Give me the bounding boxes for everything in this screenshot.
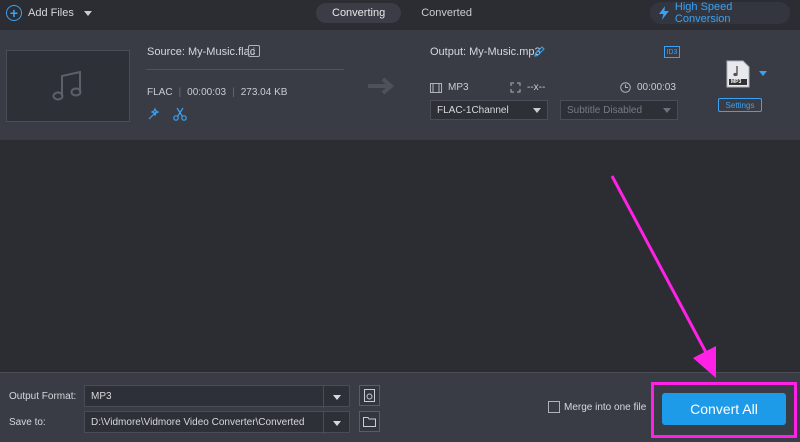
tab-converting[interactable]: Converting <box>316 3 402 23</box>
clock-icon <box>620 82 631 93</box>
top-toolbar: + Add Files Converting Converted High Sp… <box>0 0 800 26</box>
format-settings-button[interactable] <box>359 385 380 406</box>
tab-converted[interactable]: Converted <box>405 3 488 23</box>
chevron-down-icon <box>533 108 541 113</box>
save-to-value: D:\Vidmore\Vidmore Video Converter\Conve… <box>91 416 305 428</box>
save-to-path[interactable]: D:\Vidmore\Vidmore Video Converter\Conve… <box>84 411 350 434</box>
open-folder-button[interactable] <box>359 411 380 432</box>
output-format: MP3 <box>448 82 469 93</box>
output-format-select[interactable]: MP3 <box>84 385 350 408</box>
scissors-icon[interactable] <box>172 106 188 122</box>
save-to-dropdown[interactable] <box>323 412 349 434</box>
meta-separator: | <box>232 87 235 98</box>
id3-icon[interactable]: ID3 <box>664 46 680 58</box>
subtitle-value: Subtitle Disabled <box>567 104 643 116</box>
resize-icon <box>510 82 521 93</box>
source-filename: Source: My-Music.flac <box>147 46 256 58</box>
output-resolution-info: --x-- <box>510 82 545 93</box>
file-thumbnail <box>6 50 130 122</box>
chevron-down-icon <box>663 108 671 113</box>
subtitle-select[interactable]: Subtitle Disabled <box>560 100 678 120</box>
source-format: FLAC <box>147 87 173 98</box>
lightning-icon <box>658 6 669 20</box>
info-icon[interactable]: i <box>248 45 260 57</box>
enhance-icon[interactable] <box>146 106 162 122</box>
chevron-down-icon <box>332 420 341 426</box>
output-format-dropdown[interactable] <box>323 386 349 408</box>
folder-icon <box>363 417 376 427</box>
settings-button[interactable]: Settings <box>718 98 762 112</box>
save-to-label: Save to: <box>9 417 46 428</box>
convert-all-button[interactable]: Convert All <box>662 393 786 425</box>
merge-label: Merge into one file <box>564 401 647 413</box>
source-duration: 00:00:03 <box>187 87 227 98</box>
mp3-badge-label: MP3 <box>731 79 742 85</box>
source-meta: FLAC | 00:00:03 | 273.04 KB <box>147 87 287 98</box>
audio-channel-value: FLAC-1Channel <box>437 104 509 116</box>
music-note-icon <box>52 70 82 101</box>
merge-checkbox-box[interactable] <box>548 401 560 413</box>
add-files-dropdown-icon[interactable] <box>83 10 92 16</box>
format-settings-icon <box>364 389 375 402</box>
view-tabs: Converting Converted <box>316 3 488 23</box>
output-filename: Output: My-Music.mp3 <box>430 46 541 58</box>
high-speed-conversion-label: High Speed Conversion <box>674 1 733 25</box>
output-duration-info: 00:00:03 <box>620 82 676 93</box>
source-size: 273.04 KB <box>240 87 288 98</box>
chevron-down-icon <box>332 394 341 400</box>
output-format-value: MP3 <box>91 390 112 402</box>
audio-channel-select[interactable]: FLAC-1Channel <box>430 100 548 120</box>
file-list-area <box>0 140 800 372</box>
file-item-row: Source: My-Music.flac i FLAC | 00:00:03 … <box>0 30 800 140</box>
convert-arrow-icon <box>368 77 395 95</box>
source-divider <box>146 69 344 70</box>
film-icon <box>430 82 442 93</box>
add-files-button[interactable]: + Add Files <box>6 4 92 22</box>
output-format-label: Output Format: <box>9 391 77 402</box>
meta-separator: | <box>178 87 182 98</box>
merge-into-one-file-checkbox[interactable]: Merge into one file <box>548 401 646 413</box>
output-resolution: --x-- <box>527 82 546 93</box>
format-dropdown-icon[interactable] <box>759 71 767 76</box>
output-format-info: MP3 <box>430 82 469 93</box>
output-duration: 00:00:03 <box>637 82 676 93</box>
add-files-label: Add Files <box>28 7 74 19</box>
high-speed-conversion-button[interactable]: High Speed Conversion <box>650 1 790 25</box>
edit-icon[interactable] <box>533 45 546 58</box>
plus-circle-icon: + <box>6 5 22 21</box>
